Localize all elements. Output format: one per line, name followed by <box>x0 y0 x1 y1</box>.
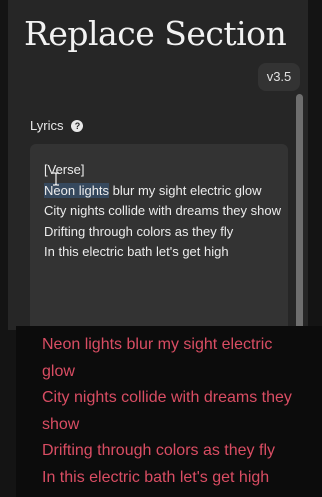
caption-line: City nights collide with dreams they sho… <box>42 389 292 433</box>
lyrics-line-2: City nights collide with dreams they sho… <box>44 203 281 218</box>
version-selector[interactable]: v3.5 <box>258 63 300 91</box>
lyrics-textarea[interactable]: [Verse] Neon lights blur my sight electr… <box>30 144 288 330</box>
lyrics-line-4: In this electric bath let's get high <box>44 244 229 259</box>
text-cursor-icon <box>53 172 59 186</box>
scrollbar-thumb[interactable] <box>296 94 303 330</box>
caption-line: Neon lights blur my sight electric glow <box>42 336 273 380</box>
caption-line: Drifting through colors as they fly <box>42 442 275 459</box>
lyrics-content: [Verse] Neon lights blur my sight electr… <box>44 160 281 263</box>
lyrics-line-1: Neon lights blur my sight electric glow <box>44 181 281 202</box>
help-icon[interactable]: ? <box>71 119 84 132</box>
lyrics-line-3: Drifting through colors as they fly <box>44 223 234 239</box>
caption-text: Neon lights blur my sight electric glow … <box>42 332 308 491</box>
caption-line: In this electric bath let's get high <box>42 468 270 486</box>
lyrics-caption-overlay: Neon lights blur my sight electric glow … <box>16 326 322 497</box>
page-title: Replace Section <box>24 14 287 53</box>
lyrics-label: Lyrics <box>30 118 64 133</box>
section-tag: [Verse] <box>44 162 85 177</box>
scrollbar[interactable] <box>296 94 303 330</box>
lyrics-line-1-rest: blur my sight electric glow <box>109 182 262 198</box>
lyrics-label-row: Lyrics ? <box>30 118 84 133</box>
